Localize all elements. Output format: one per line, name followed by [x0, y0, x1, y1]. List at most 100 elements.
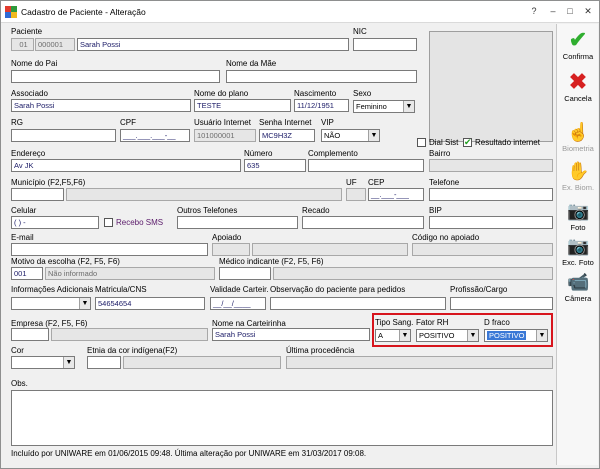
label-codigo-apoiado: Código no apoiado [412, 233, 480, 242]
label-senha-internet: Senha Internet [259, 118, 312, 127]
camera-button[interactable]: 📹 Câmera [557, 272, 599, 303]
resultado-internet-checkbox[interactable]: ✔ [463, 138, 472, 147]
dial-sist-checkbox[interactable] [417, 138, 426, 147]
nome-carteirinha-field[interactable]: Sarah Possi [212, 328, 370, 341]
cpf-field[interactable]: ___.___.___-__ [120, 129, 190, 142]
nome-pai-field[interactable] [11, 70, 220, 83]
obs-textarea[interactable] [11, 390, 553, 446]
complemento-field[interactable] [308, 159, 424, 172]
associado-field[interactable]: Sarah Possi [11, 99, 191, 112]
nascimento-field[interactable]: 11/12/1951 [294, 99, 349, 112]
paciente-code1-field: 01 [11, 38, 34, 51]
foto-button[interactable]: 📷 Foto [557, 201, 599, 232]
label-nome-pai: Nome do Pai [11, 59, 58, 68]
apoiado-code-field [212, 243, 250, 256]
d-fraco-value: POSITIVO [487, 331, 527, 340]
paciente-code2-field: 000001 [35, 38, 75, 51]
fator-rh-select[interactable]: POSITIVO ▼ [416, 329, 479, 342]
cancela-label: Cancela [564, 94, 592, 103]
matricula-field[interactable]: 54654654 [95, 297, 205, 310]
tipo-sang-select[interactable]: A ▼ [375, 329, 411, 342]
motivo-code-field[interactable]: 001 [11, 267, 43, 280]
label-recado: Recado [302, 206, 330, 215]
camera-icon: 📷 [567, 201, 590, 221]
label-celular: Celular [11, 206, 37, 215]
nic-field[interactable] [353, 38, 417, 51]
observacao-pedidos-field[interactable] [270, 297, 446, 310]
telefone-field[interactable] [429, 188, 553, 201]
recebo-sms-checkbox[interactable] [104, 218, 113, 227]
empresa-code-field[interactable] [11, 328, 49, 341]
sexo-select[interactable]: Feminino ▼ [353, 100, 415, 113]
label-nic: NIC [353, 27, 367, 36]
patient-photo [429, 31, 553, 142]
empresa-name-field [51, 328, 208, 341]
profissao-field[interactable] [450, 297, 553, 310]
chevron-down-icon: ▼ [79, 298, 90, 309]
label-outros-telefones: Outros Telefones [177, 206, 238, 215]
apoiado-name-field [252, 243, 408, 256]
x-icon: ✖ [568, 69, 588, 94]
label-motivo-escolha: Motivo da escolha (F2, F5, F6) [11, 257, 120, 266]
label-nascimento: Nascimento [294, 89, 337, 98]
label-nome-mae: Nome da Mãe [226, 59, 277, 68]
biometria-button[interactable]: ☝ Biometria [557, 122, 599, 153]
motivo-desc-field: Não informado [45, 267, 215, 280]
form-area: Paciente 01 000001 Sarah Possi NIC Nome … [6, 24, 555, 464]
label-apoiado: Apoiado [212, 233, 242, 242]
ex-biom-button[interactable]: ✋ Ex. Biom. [557, 161, 599, 192]
endereco-field[interactable]: Av JK [11, 159, 241, 172]
label-tipo-sang: Tipo Sang. [375, 318, 414, 327]
cancela-button[interactable]: ✖ Cancela [557, 69, 599, 104]
municipio-code-field[interactable] [11, 188, 64, 201]
close-button[interactable]: ✕ [581, 5, 595, 18]
label-paciente: Paciente [11, 27, 43, 36]
etnia-name-field [123, 356, 281, 369]
etnia-code-field[interactable] [87, 356, 121, 369]
celular-field[interactable]: ( ) - [11, 216, 99, 229]
validade-field[interactable]: __/__/____ [210, 297, 266, 310]
numero-field[interactable]: 635 [244, 159, 306, 172]
chevron-down-icon: ▼ [403, 101, 414, 112]
label-etnia: Etnia da cor indígena(F2) [87, 346, 178, 355]
uf-field [346, 188, 366, 201]
action-sidebar: ✔ Confirma ✖ Cancela ☝ Biometria ✋ Ex. B… [556, 24, 598, 465]
info-adicionais-select[interactable]: ▼ [11, 297, 91, 310]
cep-field[interactable]: __.___-___ [368, 188, 424, 201]
audit-footer: Incluído por UNIWARE em 01/06/2015 09:48… [11, 449, 367, 458]
label-complemento: Complemento [308, 149, 358, 158]
label-uf: UF [346, 178, 357, 187]
minimize-button[interactable]: – [546, 5, 560, 18]
confirma-button[interactable]: ✔ Confirma [557, 29, 599, 62]
vip-select[interactable]: NÃO ▼ [321, 129, 380, 142]
title-bar: Cadastro de Paciente - Alteração ? – □ ✕ [1, 1, 599, 23]
label-telefone: Telefone [429, 178, 460, 187]
email-field[interactable] [11, 243, 208, 256]
cor-select[interactable]: ▼ [11, 356, 75, 369]
nome-plano-field[interactable]: TESTE [194, 99, 291, 112]
bip-field[interactable] [429, 216, 553, 229]
senha-internet-field[interactable]: MC9H3Z [259, 129, 315, 142]
rg-field[interactable] [11, 129, 116, 142]
label-sexo: Sexo [353, 89, 372, 98]
nome-mae-field[interactable] [226, 70, 417, 83]
outros-telefones-field[interactable] [177, 216, 298, 229]
maximize-button[interactable]: □ [563, 5, 577, 18]
label-matricula: Matricula/CNS [95, 285, 147, 294]
label-empresa: Empresa (F2, F5, F6) [11, 319, 88, 328]
ex-biom-label: Ex. Biom. [561, 183, 595, 192]
label-d-fraco: D fraco [484, 318, 510, 327]
exc-foto-button[interactable]: 📷 Exc. Foto [557, 236, 599, 267]
bairro-field [429, 159, 553, 172]
label-rg: RG [11, 118, 23, 127]
help-button[interactable]: ? [527, 5, 541, 18]
label-medico-indicante: Médico indicante (F2, F5, F6) [219, 257, 324, 266]
d-fraco-select[interactable]: POSITIVO ▼ [484, 329, 548, 342]
medico-code-field[interactable] [219, 267, 271, 280]
sexo-value: Feminino [356, 102, 387, 111]
label-endereco: Endereço [11, 149, 46, 158]
paciente-name-field[interactable]: Sarah Possi [77, 38, 349, 51]
recado-field[interactable] [302, 216, 424, 229]
camera-label: Câmera [564, 294, 592, 303]
confirma-label: Confirma [562, 52, 594, 61]
